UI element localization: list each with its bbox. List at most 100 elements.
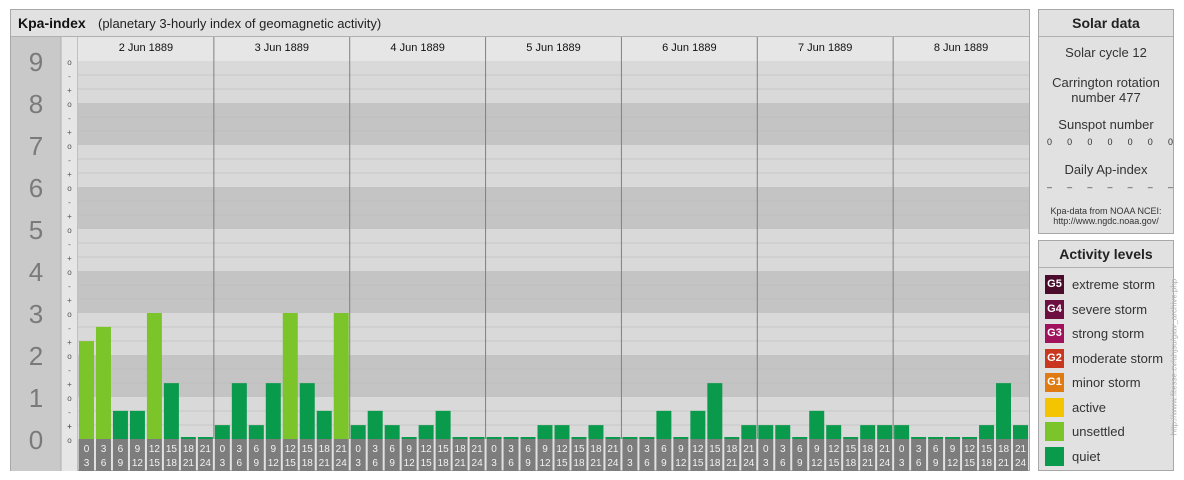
kp-bar xyxy=(979,425,995,439)
interval-start: 0 xyxy=(899,444,905,455)
kp-band xyxy=(78,271,1029,313)
kp-bar xyxy=(129,410,145,439)
interval-end: 18 xyxy=(573,458,585,469)
y-minor-tick: - xyxy=(68,156,71,165)
activity-label: extreme storm xyxy=(1072,277,1156,292)
kp-bar xyxy=(928,437,944,439)
activity-level-unsettled: unsettled xyxy=(1045,422,1184,442)
y-minor-tick: - xyxy=(68,408,71,417)
interval-end: 6 xyxy=(101,458,107,469)
sunspot-value: 0 xyxy=(1047,137,1053,147)
y-minor-tick: - xyxy=(68,282,71,291)
day-label: 8 Jun 1889 xyxy=(934,42,988,54)
kp-bar xyxy=(809,410,825,439)
interval-start: 15 xyxy=(302,444,314,455)
y-minor-tick: o xyxy=(67,436,72,445)
interval-start: 12 xyxy=(421,444,433,455)
activity-label: active xyxy=(1072,399,1106,415)
interval-start: 6 xyxy=(525,444,531,455)
kp-bar xyxy=(401,437,417,439)
interval-start: 6 xyxy=(254,444,260,455)
interval-start: 0 xyxy=(627,444,633,455)
interval-start: 21 xyxy=(472,444,484,455)
source-link[interactable]: http://www.ngdc.noaa.gov/ xyxy=(1039,216,1173,226)
day-label: 4 Jun 1889 xyxy=(390,42,444,54)
interval-start: 15 xyxy=(573,444,585,455)
interval-end: 21 xyxy=(862,458,874,469)
interval-start: 15 xyxy=(981,444,993,455)
interval-start: 21 xyxy=(336,444,348,455)
y-minor-tick: + xyxy=(67,128,72,137)
kp-bar xyxy=(214,425,230,439)
y-minor-tick: o xyxy=(67,142,72,151)
kp-bar xyxy=(486,437,502,439)
y-tick-label: 1 xyxy=(29,383,43,413)
kp-bar xyxy=(418,425,434,439)
interval-start: 0 xyxy=(491,444,497,455)
interval-end: 15 xyxy=(692,458,704,469)
interval-end: 18 xyxy=(166,458,178,469)
interval-start: 6 xyxy=(118,444,124,455)
day-label: 5 Jun 1889 xyxy=(526,42,580,54)
activity-label: strong storm xyxy=(1072,326,1145,341)
interval-start: 15 xyxy=(166,444,178,455)
y-tick-label: 9 xyxy=(29,47,43,77)
interval-start: 9 xyxy=(814,444,820,455)
kp-bar xyxy=(860,425,876,439)
y-minor-tick: o xyxy=(67,100,72,109)
kp-bar xyxy=(894,425,910,439)
interval-start: 18 xyxy=(862,444,874,455)
kp-bar xyxy=(435,410,451,439)
kp-bar xyxy=(146,313,162,439)
activity-swatch xyxy=(1045,397,1064,417)
interval-end: 9 xyxy=(525,458,531,469)
interval-end: 3 xyxy=(627,458,633,469)
kp-bar xyxy=(503,437,519,439)
y-minor-tick: + xyxy=(67,338,72,347)
interval-start: 21 xyxy=(1015,444,1027,455)
activity-swatch: G2 xyxy=(1045,348,1064,368)
kp-bar xyxy=(758,425,774,439)
y-minor-tick: - xyxy=(68,114,71,123)
y-tick-label: 5 xyxy=(29,215,43,245)
interval-start: 0 xyxy=(763,444,769,455)
activity-swatch: G1 xyxy=(1045,373,1064,392)
y-minor-tick: + xyxy=(67,380,72,389)
solar-cycle: Solar cycle 12 xyxy=(1065,45,1147,60)
kpa-bar-chart: 0123456789o-+o-+o-+o-+o-+o-+o-+o-+o-+o+2… xyxy=(11,37,1029,471)
solar-data-title: Solar data xyxy=(1039,10,1173,37)
activity-level-strong-storm: G3 strong storm xyxy=(1045,324,1184,344)
y-minor-tick: - xyxy=(68,324,71,333)
kp-bar xyxy=(792,437,808,439)
y-minor-tick: + xyxy=(67,86,72,95)
interval-end: 6 xyxy=(372,458,378,469)
activity-swatch: G4 xyxy=(1045,299,1064,319)
y-minor-tick: o xyxy=(67,310,72,319)
y-minor-tick: + xyxy=(67,254,72,263)
y-tick-label: 7 xyxy=(29,131,43,161)
interval-end: 21 xyxy=(590,458,602,469)
kp-bar xyxy=(724,437,740,439)
interval-end: 24 xyxy=(879,458,891,469)
carrington-number: number 477 xyxy=(1071,90,1141,105)
interval-end: 6 xyxy=(508,458,514,469)
y-minor-tick: + xyxy=(67,170,72,179)
kp-bar xyxy=(384,425,400,439)
y-minor-tick: + xyxy=(67,422,72,431)
interval-start: 9 xyxy=(678,444,684,455)
interval-end: 21 xyxy=(998,458,1010,469)
kp-bar xyxy=(945,437,961,439)
interval-end: 15 xyxy=(556,458,568,469)
day-label: 2 Jun 1889 xyxy=(119,42,173,54)
kp-bar xyxy=(537,425,553,439)
kp-bar xyxy=(911,437,927,439)
interval-start: 9 xyxy=(135,444,141,455)
interval-end: 3 xyxy=(84,458,90,469)
kp-bar xyxy=(673,437,689,439)
activity-level-moderate-storm: G2 moderate storm xyxy=(1045,348,1184,369)
y-minor-tick: + xyxy=(67,296,72,305)
kp-bar xyxy=(588,425,604,439)
activity-swatch xyxy=(1045,422,1064,441)
y-tick-label: 2 xyxy=(29,341,43,371)
interval-end: 12 xyxy=(132,458,144,469)
